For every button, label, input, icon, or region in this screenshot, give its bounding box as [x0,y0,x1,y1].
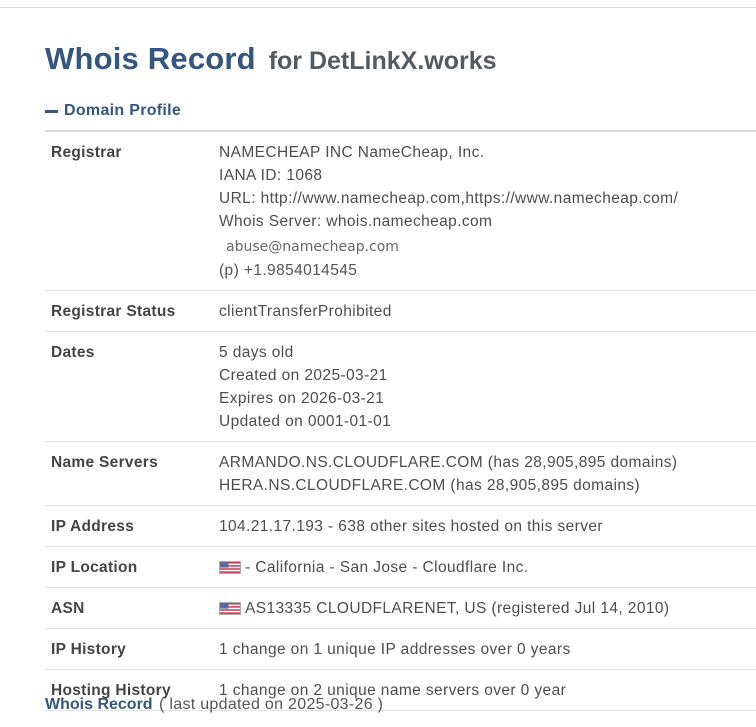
page-title-domain: for DetLinkX.works [268,47,497,75]
domain-profile-table: Registrar NAMECHEAP INC NameCheap, Inc. … [45,130,756,711]
whois-record-footer: Whois Record ( last updated on 2025-03-2… [45,696,383,714]
page-title-main: Whois Record [45,41,256,76]
table-row-ip-history: IP History 1 change on 1 unique IP addre… [45,628,756,670]
table-row-name-servers: Name Servers ARMANDO.NS.CLOUDFLARE.COM (… [45,441,756,506]
table-row-ip-address: IP Address 104.21.17.193 - 638 other sit… [45,505,756,547]
row-label: IP History [45,628,219,670]
domain-profile-toggle[interactable]: Domain Profile [45,102,181,120]
whois-record-link[interactable]: Whois Record [45,696,153,713]
row-label: IP Location [45,546,219,588]
row-label: Name Servers [45,441,219,506]
asn-value: AS13335 CLOUDFLARENET, US (registered Ju… [245,600,670,617]
row-label: ASN [45,587,219,629]
registrar-value: NAMECHEAP INC NameCheap, Inc. IANA ID: 1… [219,131,756,291]
row-label: IP Address [45,505,219,547]
name-servers-value: ARMANDO.NS.CLOUDFLARE.COM (has 28,905,89… [219,441,756,506]
table-row-dates: Dates 5 days old Created on 2025-03-21 E… [45,331,756,442]
row-label: Registrar [45,131,219,291]
us-flag-icon [219,602,241,615]
domain-age: 5 days old [219,344,294,361]
name-server-2: HERA.NS.CLOUDFLARE.COM (has 28,905,895 d… [219,477,641,494]
registrar-abuse-email: abuse@namecheap.com [226,239,399,255]
ip-location-cell: - California - San Jose - Cloudflare Inc… [219,546,756,588]
created-date: Created on 2025-03-21 [219,367,388,384]
row-label: Registrar Status [45,290,219,332]
registrar-url: URL: http://www.namecheap.com,https://ww… [219,190,679,207]
status-value: clientTransferProhibited [219,290,756,332]
dates-value: 5 days old Created on 2025-03-21 Expires… [219,331,756,442]
registrar-name: NAMECHEAP INC NameCheap, Inc. [219,144,485,161]
row-label: Dates [45,331,219,442]
domain-profile-label: Domain Profile [64,102,182,119]
ip-location-value: - California - San Jose - Cloudflare Inc… [245,559,529,576]
phone-prefix: (p) [219,262,240,279]
registrar-phone-line: (p) +1.9854014545 [219,259,756,282]
table-row-registrar: Registrar NAMECHEAP INC NameCheap, Inc. … [45,131,756,291]
registrar-iana: IANA ID: 1068 [219,167,323,184]
ip-history-value: 1 change on 1 unique IP addresses over 0… [219,628,756,670]
last-updated-note: ( last updated on 2025-03-26 ) [159,696,384,713]
us-flag-icon [219,561,241,574]
page-title: Whois Record for DetLinkX.works [45,40,497,77]
minus-icon [45,109,58,113]
updated-date: Updated on 0001-01-01 [219,413,392,430]
asn-cell: AS13335 CLOUDFLARENET, US (registered Ju… [219,587,756,629]
ip-address-value: 104.21.17.193 - 638 other sites hosted o… [219,505,756,547]
table-row-ip-location: IP Location - California - San Jose - Cl… [45,546,756,588]
name-server-1: ARMANDO.NS.CLOUDFLARE.COM (has 28,905,89… [219,454,678,471]
top-divider [0,7,756,8]
table-row-asn: ASN AS13335 CLOUDFLARENET, US (registere… [45,587,756,629]
registrar-whois-server: Whois Server: whois.namecheap.com [219,213,493,230]
table-row-status: Registrar Status clientTransferProhibite… [45,290,756,332]
expires-date: Expires on 2026-03-21 [219,390,385,407]
registrar-phone: +1.9854014545 [243,262,358,279]
